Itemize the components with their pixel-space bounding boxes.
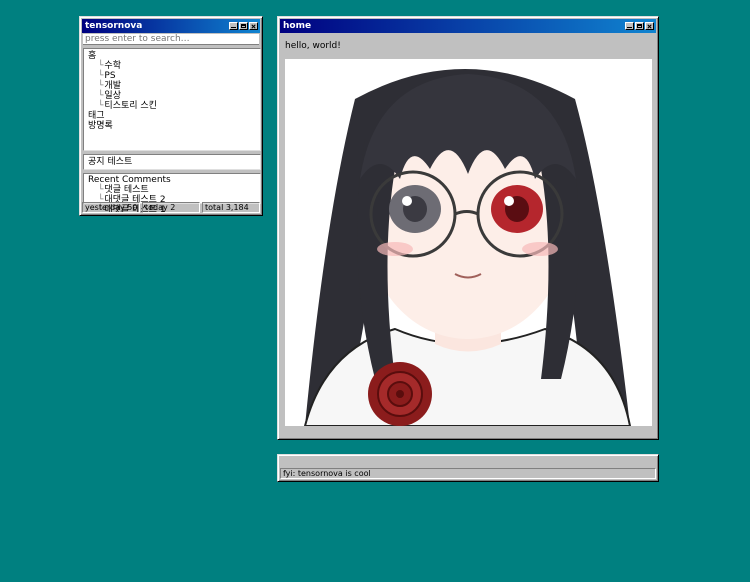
sidebar-titlebar[interactable]: tensornova: [82, 19, 260, 33]
nav-category-daily[interactable]: └일상: [88, 91, 256, 101]
sidebar-window: tensornova 홈 └수학 └PS └개발 └일상 └티스토리 스킨 태그…: [79, 16, 263, 216]
minimize-icon[interactable]: [625, 22, 634, 30]
greeting-text: hello, world!: [285, 41, 341, 51]
notice-link[interactable]: 공지 테스트: [88, 157, 256, 167]
home-window: home hello, world!: [277, 16, 659, 440]
search-input[interactable]: [83, 34, 259, 45]
minimize-icon[interactable]: [229, 22, 238, 30]
stat-today: today 2: [142, 202, 200, 213]
nav-home[interactable]: 홈: [88, 51, 256, 61]
nav-guestbook[interactable]: 방명록: [88, 121, 256, 131]
recent-comments-heading: Recent Comments: [88, 175, 171, 185]
stats-statusbar: yesterday 50 today 2 total 3,184: [82, 202, 260, 213]
stat-total: total 3,184: [202, 202, 260, 213]
close-icon[interactable]: [645, 22, 654, 30]
footer-text: fyi: tensornova is cool: [280, 468, 656, 479]
home-titlebar[interactable]: home: [280, 19, 656, 33]
stat-yesterday: yesterday 50: [82, 202, 140, 213]
illustration-svg: [285, 59, 652, 426]
recent-comments-panel: Recent Comments └댓글 테스트 └대댓글 테스트 2 └대댓글 …: [83, 173, 261, 215]
nav-category-skin[interactable]: └티스토리 스킨: [88, 101, 256, 111]
sidebar-title: tensornova: [85, 21, 143, 31]
rose-icon: [368, 362, 432, 426]
nav-category-math[interactable]: └수학: [88, 61, 256, 71]
nav-panel: 홈 └수학 └PS └개발 └일상 └티스토리 스킨 태그 방명록: [83, 48, 261, 151]
nav-tags[interactable]: 태그: [88, 111, 256, 121]
home-title: home: [283, 21, 312, 31]
close-icon[interactable]: [249, 22, 258, 30]
nav-category-ps[interactable]: └PS: [88, 71, 256, 81]
notice-panel: 공지 테스트: [83, 154, 261, 170]
footer-window: fyi: tensornova is cool: [277, 454, 659, 482]
comment-link[interactable]: └댓글 테스트: [88, 185, 256, 195]
maximize-icon[interactable]: [239, 22, 248, 30]
nav-category-dev[interactable]: └개발: [88, 81, 256, 91]
maximize-icon[interactable]: [635, 22, 644, 30]
anime-girl-illustration: [285, 59, 652, 426]
